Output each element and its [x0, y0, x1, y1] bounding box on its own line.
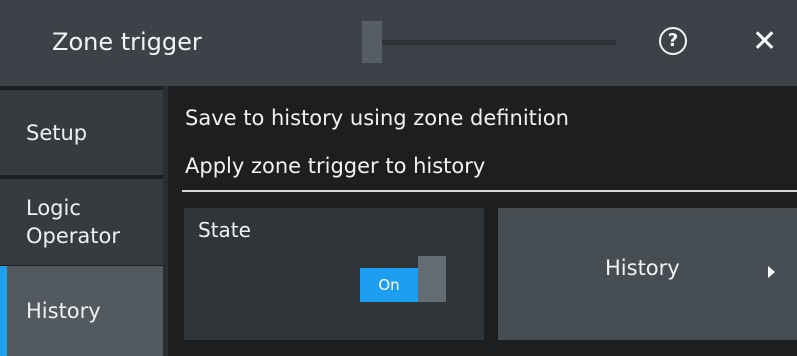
state-toggle-handle[interactable]: [418, 256, 446, 302]
divider: [182, 190, 797, 192]
sidebar-item-label: History: [26, 299, 101, 323]
sidebar-item-label: Setup: [26, 120, 88, 145]
history-button[interactable]: History: [498, 208, 797, 340]
sidebar-item-history[interactable]: History: [0, 266, 163, 356]
help-icon[interactable]: ?: [659, 27, 687, 55]
sidebar-item-setup[interactable]: Setup: [0, 90, 163, 175]
transparency-slider-track[interactable]: [366, 40, 616, 45]
sidebar: Setup Logic Operator History: [0, 86, 168, 356]
state-label: State: [198, 218, 251, 242]
transparency-slider-thumb[interactable]: [362, 21, 382, 63]
dialog-title: Zone trigger: [52, 28, 202, 56]
chevron-right-icon: [768, 266, 775, 278]
section-heading-save: Save to history using zone definition: [185, 106, 569, 130]
close-icon[interactable]: ✕: [752, 26, 777, 58]
history-button-label: History: [605, 256, 680, 280]
selected-tab-indicator: [0, 266, 7, 356]
section-heading-apply: Apply zone trigger to history: [185, 154, 486, 178]
state-toggle-box[interactable]: State On: [184, 208, 484, 340]
history-panel: Save to history using zone definition Ap…: [168, 86, 797, 356]
sidebar-item-label: Logic Operator: [26, 196, 120, 248]
sidebar-item-logic-operator[interactable]: Logic Operator: [0, 179, 163, 265]
state-toggle-on-indicator[interactable]: On: [360, 268, 418, 302]
dialog-title-bar: Zone trigger ? ✕: [0, 0, 797, 86]
